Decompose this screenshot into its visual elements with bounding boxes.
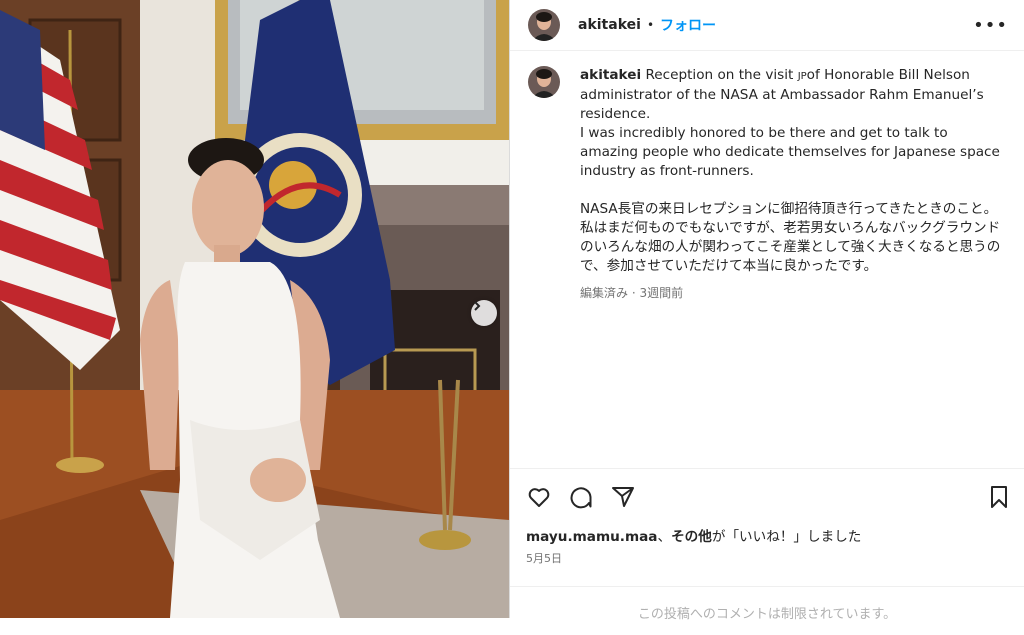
icon-row [510,469,1024,511]
separator-dot: • [646,18,655,32]
jp-flag-emoji: JP [797,71,807,82]
bookmark-icon[interactable] [986,484,1012,510]
heart-icon[interactable] [526,484,552,510]
action-bar: mayu.mamu.maa、その他が「いいね！」しました 5月5日 [510,468,1024,566]
avatar[interactable] [528,9,560,41]
photo-illustration [0,0,509,618]
comment-icon[interactable] [568,484,594,510]
post-view: akitakei • フォロー ••• akitakei Reception o… [0,0,1024,622]
caption-text: akitakei Reception on the visit JPof Hon… [580,66,1010,303]
caption-avatar[interactable] [528,66,560,98]
post-date[interactable]: 5月5日 [510,545,1024,566]
caption: akitakei Reception on the visit JPof Hon… [528,66,1010,303]
next-photo-button[interactable] [471,300,497,326]
caption-jp: NASA長官の来日レセプションに御招待頂き行ってきたときのこと。私はまだ何もので… [580,201,1001,274]
more-options-icon[interactable]: ••• [973,15,1008,36]
likes-summary: mayu.mamu.maa、その他が「いいね！」しました [510,511,1024,545]
follow-button[interactable]: フォロー [660,15,716,35]
caption-en-part3: I was incredibly honored to be there and… [580,125,1000,179]
post-header: akitakei • フォロー ••• [510,0,1024,51]
comments-disabled-notice: この投稿へのコメントは制限されています。 [510,586,1024,635]
post-panel: akitakei • フォロー ••• akitakei Reception o… [509,0,1024,622]
likes-sep: 、 [657,529,672,545]
share-icon[interactable] [610,484,636,510]
header-username[interactable]: akitakei [578,17,641,33]
post-photo[interactable] [0,0,509,618]
caption-meta: 編集済み · 3週間前 [580,286,684,300]
caption-en-part1: Reception on the visit [645,67,798,83]
likes-text: が「いいね！」しました [711,529,862,545]
chevron-right-icon [474,301,481,311]
likes-username[interactable]: mayu.mamu.maa [526,529,657,545]
likes-others[interactable]: その他 [671,529,712,545]
caption-username[interactable]: akitakei [580,67,641,83]
